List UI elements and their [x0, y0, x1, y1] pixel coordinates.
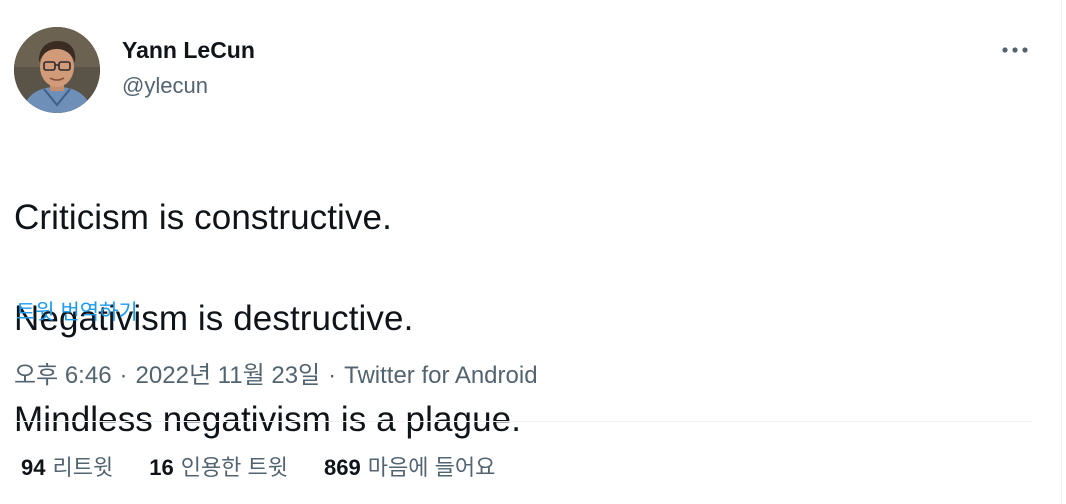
translate-tweet-link[interactable]: 트윗 번역하기	[16, 298, 138, 328]
quotes-stat[interactable]: 16 인용한 트윗	[149, 452, 288, 484]
profile-photo-icon	[14, 27, 100, 113]
likes-label: 마음에 들어요	[367, 455, 496, 480]
tweet-date[interactable]: 2022년 11월 23일	[136, 359, 321, 393]
likes-stat[interactable]: 869 마음에 들어요	[324, 452, 495, 484]
author-handle[interactable]: @ylecun	[122, 70, 255, 102]
more-dots-icon	[1002, 47, 1028, 53]
likes-count: 869	[324, 455, 361, 480]
meta-separator: ·	[119, 362, 128, 389]
tweet-stats: 94 리트윗 16 인용한 트윗 869 마음에 들어요	[21, 452, 531, 484]
author-info: Yann LeCun @ylecun	[122, 34, 255, 102]
meta-separator: ·	[328, 362, 337, 389]
quotes-count: 16	[149, 455, 174, 480]
tweet-text-line: Mindless negativism is a plague.	[14, 399, 522, 439]
avatar[interactable]	[14, 27, 100, 113]
tweet-metadata: 오후 6:46 · 2022년 11월 23일 · Twitter for An…	[14, 359, 538, 393]
more-options-button[interactable]	[994, 34, 1036, 66]
author-display-name[interactable]: Yann LeCun	[122, 34, 255, 66]
column-border	[1061, 0, 1062, 504]
tweet-time[interactable]: 오후 6:46	[14, 359, 112, 393]
tweet-source[interactable]: Twitter for Android	[344, 359, 537, 393]
divider	[14, 421, 1032, 422]
retweets-count: 94	[21, 455, 46, 480]
retweets-label: 리트윗	[52, 455, 114, 480]
tweet-card: Yann LeCun @ylecun Criticism is construc…	[0, 0, 1046, 504]
quotes-label: 인용한 트윗	[180, 455, 289, 480]
retweets-stat[interactable]: 94 리트윗	[21, 452, 113, 484]
tweet-text-line: Criticism is constructive.	[14, 197, 392, 237]
